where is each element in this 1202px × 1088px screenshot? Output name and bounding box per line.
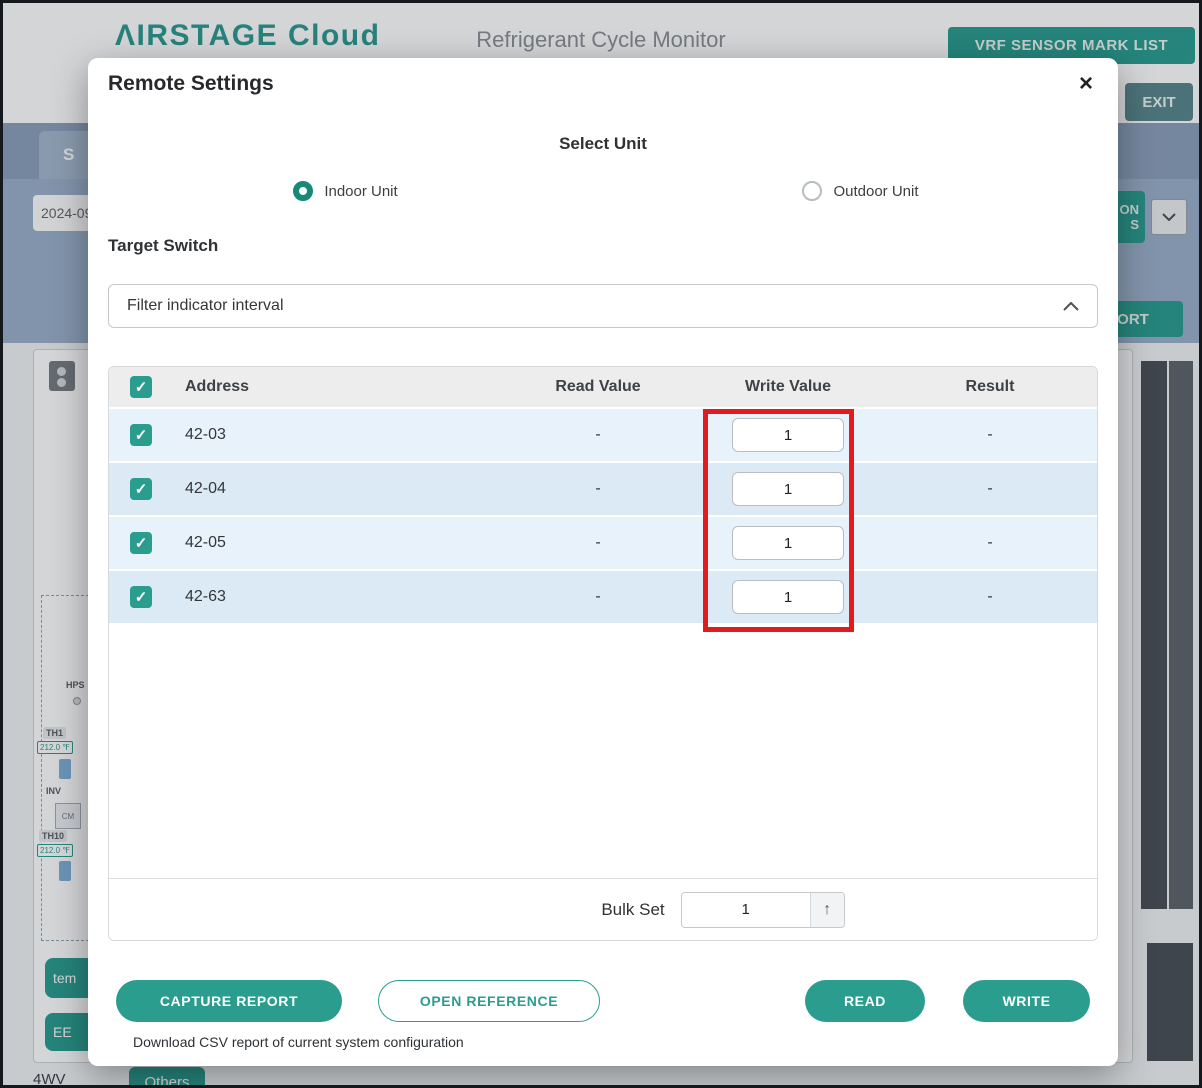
header-read-value: Read Value — [503, 378, 693, 396]
bulk-set-input[interactable] — [682, 893, 810, 927]
table-header-row: Address Read Value Write Value Result — [109, 367, 1097, 407]
row-read-value: - — [503, 480, 693, 498]
chevron-up-icon — [1063, 302, 1079, 311]
row-write-value-input[interactable] — [732, 472, 844, 506]
row-result: - — [883, 480, 1097, 498]
row-result: - — [883, 534, 1097, 552]
capture-report-button[interactable]: CAPTURE REPORT — [116, 980, 342, 1022]
capture-report-caption: Download CSV report of current system co… — [133, 1034, 464, 1050]
header-address: Address — [173, 378, 503, 396]
read-button[interactable]: READ — [805, 980, 925, 1022]
switch-table: Address Read Value Write Value Result 42… — [108, 366, 1098, 941]
app-window: ΛIRSTAGE Cloud Refrigerant Cycle Monitor… — [0, 0, 1202, 1088]
table-body: 42-03 - - 42-04 - - 42-05 - - 42-63 - - — [109, 407, 1097, 623]
row-write-value-input[interactable] — [732, 418, 844, 452]
open-reference-button[interactable]: OPEN REFERENCE — [378, 980, 600, 1022]
row-address: 42-04 — [173, 480, 503, 498]
row-checkbox[interactable] — [130, 586, 152, 608]
header-write-value: Write Value — [693, 378, 883, 396]
row-read-value: - — [503, 588, 693, 606]
indoor-unit-option[interactable]: Indoor Unit — [88, 176, 603, 206]
row-result: - — [883, 588, 1097, 606]
header-result: Result — [883, 378, 1097, 396]
row-write-value-input[interactable] — [732, 580, 844, 614]
select-all-checkbox[interactable] — [130, 376, 152, 398]
outdoor-unit-radio[interactable] — [802, 181, 822, 201]
target-switch-heading: Target Switch — [108, 236, 218, 256]
bulk-set-group: ↑ — [681, 892, 845, 928]
row-result: - — [883, 426, 1097, 444]
row-checkbox[interactable] — [130, 532, 152, 554]
write-button[interactable]: WRITE — [963, 980, 1090, 1022]
unit-radio-group: Indoor Unit Outdoor Unit — [88, 176, 1118, 206]
row-read-value: - — [503, 534, 693, 552]
remote-settings-dialog: Remote Settings × Select Unit Indoor Uni… — [88, 58, 1118, 1066]
table-row: 42-04 - - — [109, 461, 1097, 515]
bulk-set-label: Bulk Set — [601, 900, 664, 920]
row-checkbox[interactable] — [130, 424, 152, 446]
row-checkbox[interactable] — [130, 478, 152, 500]
table-row: 42-05 - - — [109, 515, 1097, 569]
table-row: 42-63 - - — [109, 569, 1097, 623]
dialog-actions: CAPTURE REPORT OPEN REFERENCE READ WRITE — [88, 980, 1118, 1022]
dialog-title: Remote Settings — [108, 72, 274, 96]
row-address: 42-05 — [173, 534, 503, 552]
outdoor-unit-label: Outdoor Unit — [833, 183, 918, 200]
indoor-unit-label: Indoor Unit — [324, 183, 397, 200]
bulk-set-row: Bulk Set ↑ — [109, 878, 1097, 940]
row-read-value: - — [503, 426, 693, 444]
select-unit-heading: Select Unit — [88, 134, 1118, 154]
bulk-set-apply-button[interactable]: ↑ — [810, 893, 844, 927]
table-empty-area — [109, 623, 1097, 878]
row-write-value-input[interactable] — [732, 526, 844, 560]
outdoor-unit-option[interactable]: Outdoor Unit — [603, 176, 1118, 206]
target-switch-dropdown[interactable]: Filter indicator interval — [108, 284, 1098, 328]
table-row: 42-03 - - — [109, 407, 1097, 461]
row-address: 42-63 — [173, 588, 503, 606]
target-switch-value: Filter indicator interval — [127, 297, 284, 315]
close-icon[interactable]: × — [1070, 68, 1102, 100]
arrow-up-icon: ↑ — [823, 901, 831, 919]
row-address: 42-03 — [173, 426, 503, 444]
indoor-unit-radio[interactable] — [293, 181, 313, 201]
